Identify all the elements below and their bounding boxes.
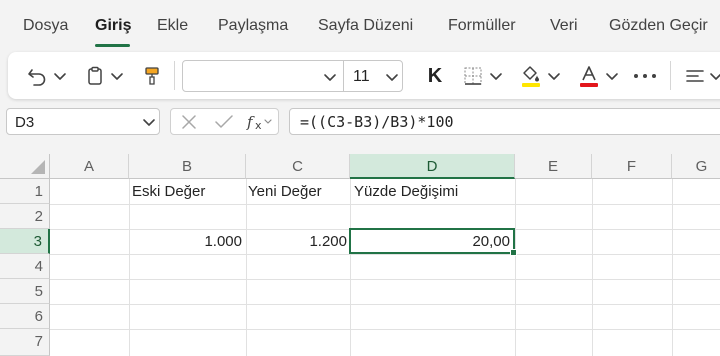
- cell-c3[interactable]: 1.200: [246, 233, 347, 250]
- borders-button[interactable]: [460, 63, 486, 89]
- borders-icon: [464, 67, 482, 85]
- clipboard-icon: [88, 66, 102, 85]
- row-header-3[interactable]: 3: [0, 229, 50, 254]
- ribbon-toolbar: 11 K: [8, 52, 720, 99]
- format-painter-icon: [145, 67, 159, 85]
- gridline: [50, 329, 720, 330]
- svg-text:f: f: [246, 113, 255, 131]
- tab-veri[interactable]: Veri: [550, 17, 578, 35]
- row-header-2[interactable]: 2: [0, 204, 50, 229]
- fill-color-dropdown[interactable]: [546, 68, 562, 84]
- row-header-4[interactable]: 4: [0, 254, 50, 279]
- chevron-down-icon[interactable]: [385, 70, 399, 84]
- insert-function-icon[interactable]: f x: [245, 112, 275, 132]
- chevron-down-icon: [606, 73, 618, 80]
- column-header-b[interactable]: B: [129, 154, 246, 179]
- active-tab-indicator: [95, 44, 130, 47]
- cell-c1[interactable]: Yeni Değer: [248, 183, 322, 200]
- tab-paylasma[interactable]: Paylaşma: [218, 17, 288, 35]
- format-painter-button[interactable]: [139, 63, 165, 89]
- tab-dosya[interactable]: Dosya: [23, 17, 68, 35]
- align-button[interactable]: [682, 63, 708, 89]
- chevron-down-icon: [490, 73, 502, 80]
- fill-color-icon: [522, 66, 540, 87]
- paste-dropdown[interactable]: [109, 68, 125, 84]
- tab-sayfa-duzeni[interactable]: Sayfa Düzeni: [318, 17, 413, 35]
- cell-b3[interactable]: 1.000: [129, 233, 242, 250]
- undo-icon: [28, 69, 46, 86]
- font-selector[interactable]: 11: [182, 60, 403, 92]
- font-divider: [343, 61, 344, 91]
- font-color-dropdown[interactable]: [604, 68, 620, 84]
- fill-handle[interactable]: [510, 249, 517, 256]
- paste-button[interactable]: [82, 63, 108, 89]
- tab-gozden-gecir[interactable]: Gözden Geçir: [609, 17, 708, 35]
- toolbar-separator: [670, 61, 671, 90]
- chevron-down-icon[interactable]: [323, 70, 337, 84]
- cell-b1[interactable]: Eski Değer: [132, 183, 205, 200]
- row-header-6[interactable]: 6: [0, 304, 50, 329]
- spreadsheet-grid: A B C D E F G 1 2 3 4 5 6 7 Eski Değer Y…: [0, 154, 720, 356]
- undo-dropdown[interactable]: [52, 68, 68, 84]
- chevron-down-icon[interactable]: [142, 115, 156, 129]
- align-icon: [686, 70, 704, 82]
- menu-bar: Dosya Giriş Ekle Paylaşma Sayfa Düzeni F…: [0, 0, 720, 52]
- select-all-corner[interactable]: [0, 154, 50, 179]
- tab-formuller[interactable]: Formüller: [448, 17, 516, 35]
- name-box[interactable]: D3: [6, 108, 160, 135]
- cancel-icon[interactable]: [180, 113, 198, 131]
- column-header-e[interactable]: E: [515, 154, 592, 179]
- borders-dropdown[interactable]: [488, 68, 504, 84]
- name-box-value: D3: [15, 114, 35, 131]
- column-header-f[interactable]: F: [592, 154, 672, 179]
- gridline: [50, 254, 720, 255]
- font-size-value[interactable]: 11: [353, 68, 370, 86]
- gridline: [50, 204, 720, 205]
- enter-check-icon[interactable]: [214, 113, 234, 131]
- chevron-down-icon: [548, 73, 560, 80]
- fill-color-button[interactable]: [518, 62, 544, 90]
- formula-controls: f x: [170, 108, 279, 135]
- column-header-c[interactable]: C: [246, 154, 350, 179]
- column-header-g[interactable]: G: [672, 154, 720, 179]
- row-header-5[interactable]: 5: [0, 279, 50, 304]
- formula-text: =((C3-B3)/B3)*100: [300, 113, 454, 131]
- formula-input[interactable]: =((C3-B3)/B3)*100: [289, 108, 720, 135]
- bold-button[interactable]: K: [422, 63, 448, 89]
- tab-giris[interactable]: Giriş: [95, 17, 131, 35]
- undo-button[interactable]: [24, 63, 50, 89]
- svg-text:x: x: [255, 119, 262, 132]
- tab-ekle[interactable]: Ekle: [157, 17, 188, 35]
- more-icon: [634, 74, 656, 78]
- chevron-down-icon: [111, 73, 123, 80]
- toolbar-separator: [174, 61, 175, 90]
- font-color-icon: [580, 66, 598, 87]
- cell-d1[interactable]: Yüzde Değişimi: [354, 183, 458, 200]
- align-dropdown[interactable]: [708, 68, 720, 84]
- more-options-button[interactable]: [630, 63, 660, 89]
- gridline: [50, 279, 720, 280]
- row-header-7[interactable]: 7: [0, 329, 50, 356]
- chevron-down-icon: [710, 73, 720, 80]
- gridline: [50, 304, 720, 305]
- column-header-a[interactable]: A: [50, 154, 129, 179]
- row-header-1[interactable]: 1: [0, 179, 50, 204]
- column-header-d[interactable]: D: [350, 154, 515, 179]
- chevron-down-icon: [54, 73, 66, 80]
- font-color-button[interactable]: [576, 62, 602, 90]
- active-cell-border: [349, 228, 515, 254]
